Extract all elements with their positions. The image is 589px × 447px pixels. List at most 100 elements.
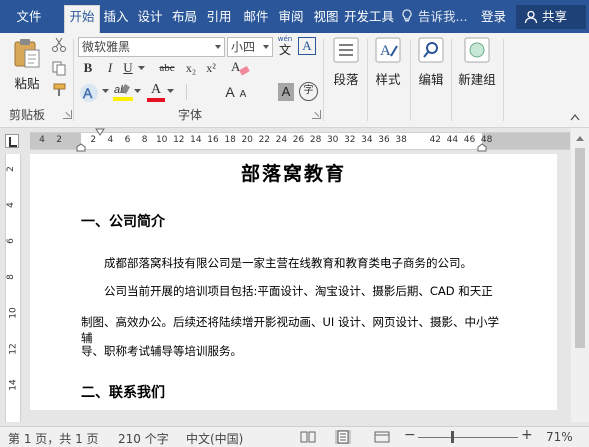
vertical-ruler-number: 14 <box>8 379 19 391</box>
paste-icon <box>14 39 40 68</box>
vertical-ruler-number: 6 <box>5 238 16 244</box>
clear-formatting-icon[interactable]: A <box>230 59 250 77</box>
ruler-number: 36 <box>378 135 390 145</box>
chevron-down-icon[interactable] <box>102 88 109 94</box>
grow-font-button[interactable]: A <box>223 82 237 102</box>
horizontal-ruler[interactable]: 4 2 2 4 6 8 10 12 14 16 18 20 22 24 26 28 30 32 34 36 38 42 44… <box>30 128 570 153</box>
highlighter-icon[interactable]: ab <box>113 81 133 103</box>
chevron-down-icon[interactable] <box>134 88 141 94</box>
phonetic-pinyin: wén <box>277 35 293 43</box>
print-layout-icon <box>337 430 349 444</box>
vertical-ruler[interactable]: 2 4 6 8 10 12 14 <box>5 154 21 422</box>
font-size-select[interactable]: 小四 <box>227 37 273 57</box>
status-bar: 第 1 页，共 1 页 210 个字 中文(中国) − + 71% <box>0 426 589 447</box>
zoom-level[interactable]: 71% <box>546 430 573 444</box>
page-count[interactable]: 第 1 页，共 1 页 <box>8 430 99 447</box>
paragraph-projects-line1: 公司当前开展的培训项目包括:平面设计、淘宝设计、摄影后期、CAD 和天正 <box>104 284 493 298</box>
document-title: 部落窝教育 <box>240 163 346 185</box>
group-divider <box>323 39 324 121</box>
svg-text:A: A <box>231 59 241 74</box>
hanging-indent-marker[interactable] <box>76 143 86 153</box>
print-layout-button[interactable] <box>335 430 351 444</box>
paragraph-intro: 成都部落窝科技有限公司是一家主营在线教育和教育类电子商务的公司。 <box>104 256 472 270</box>
font-launcher-icon[interactable] <box>312 110 321 119</box>
vertical-scrollbar[interactable] <box>571 128 589 422</box>
cut-icon[interactable] <box>51 37 67 53</box>
tab-insert[interactable]: 插入 <box>101 6 131 33</box>
subscript-button[interactable]: x₂ <box>183 58 199 78</box>
font-name-select[interactable]: 微软雅黑 <box>78 37 225 57</box>
chevron-down-icon[interactable] <box>138 65 145 71</box>
text-effects-icon[interactable]: A <box>79 82 101 104</box>
paste-button[interactable]: 粘贴 <box>9 36 45 92</box>
ribbon: 粘贴 剪贴板 微软雅黑 小四 wén 文 A B I U abc x₂ x² A… <box>0 33 589 128</box>
format-painter-icon[interactable] <box>51 82 67 98</box>
phonetic-guide-button[interactable]: wén 文 <box>276 35 294 59</box>
search-icon <box>418 37 444 63</box>
font-name-value: 微软雅黑 <box>82 40 131 54</box>
tab-layout[interactable]: 布局 <box>169 6 200 33</box>
underline-button[interactable]: U <box>120 58 136 78</box>
ruler-number: 26 <box>292 135 305 145</box>
zoom-in-button[interactable]: + <box>521 427 533 443</box>
character-border-button[interactable]: A <box>298 37 316 55</box>
character-shading-button[interactable]: A <box>278 83 294 101</box>
tab-references[interactable]: 引用 <box>203 6 235 33</box>
share-button[interactable]: 共享 <box>516 5 586 29</box>
scroll-up-icon[interactable] <box>576 136 584 141</box>
vertical-ruler-number: 12 <box>8 343 19 355</box>
paste-label: 粘贴 <box>14 76 40 91</box>
editing-button[interactable]: 编辑 <box>415 36 447 88</box>
tab-selector[interactable] <box>5 134 19 148</box>
paragraph-button[interactable]: 段落 <box>330 36 362 88</box>
chevron-down-icon[interactable] <box>167 88 174 94</box>
bold-button[interactable]: B <box>80 58 96 78</box>
styles-icon: A <box>375 37 401 63</box>
tab-developer[interactable]: 开发工具 <box>344 6 394 33</box>
ruler-number: 42 <box>429 135 442 145</box>
ruler-number: 14 <box>190 135 202 145</box>
italic-button[interactable]: I <box>102 58 118 78</box>
word-count[interactable]: 210 个字 <box>118 430 169 447</box>
font-color-letter: A <box>150 82 162 97</box>
document-page[interactable]: 部落窝教育 一、公司简介 成都部落窝科技有限公司是一家主营在线教育和教育类电子商… <box>30 154 557 410</box>
phonetic-char: 文 <box>278 43 291 57</box>
ruler-number: 10 <box>155 135 168 145</box>
ribbon-tab-bar: 文件 开始 插入 设计 布局 引用 邮件 审阅 视图 开发工具 告诉我... 登… <box>0 0 589 33</box>
tab-review[interactable]: 审阅 <box>275 6 307 33</box>
editing-label: 编辑 <box>418 72 444 87</box>
new-group-button[interactable]: 新建组 <box>456 36 498 88</box>
collapse-ribbon-icon[interactable] <box>570 113 580 121</box>
font-color-button[interactable]: A <box>147 81 165 103</box>
enclose-character-button[interactable]: 字 <box>299 82 318 101</box>
tab-design[interactable]: 设计 <box>134 6 166 33</box>
strikethrough-button[interactable]: abc <box>156 58 178 78</box>
vertical-ruler-number: 2 <box>5 166 16 172</box>
read-mode-icon[interactable] <box>300 430 316 444</box>
copy-icon[interactable] <box>51 60 67 76</box>
tell-me-box[interactable]: 告诉我... <box>401 6 467 28</box>
login-link[interactable]: 登录 <box>481 6 506 28</box>
shrink-font-button[interactable]: A <box>238 85 248 105</box>
zoom-slider[interactable] <box>418 437 518 438</box>
tab-file[interactable]: 文件 <box>8 6 50 33</box>
styles-button[interactable]: A 样式 <box>372 36 404 88</box>
zoom-out-button[interactable]: − <box>404 427 416 443</box>
tab-view[interactable]: 视图 <box>310 6 342 33</box>
superscript-button[interactable]: x² <box>203 58 219 78</box>
first-line-indent-marker[interactable] <box>95 128 105 136</box>
ruler-number: 30 <box>326 135 339 145</box>
web-layout-icon[interactable] <box>374 430 390 444</box>
clipboard-launcher-icon[interactable] <box>63 110 72 119</box>
language-indicator[interactable]: 中文(中国) <box>186 430 243 447</box>
zoom-slider-thumb[interactable] <box>450 431 454 443</box>
scrollbar-thumb[interactable] <box>575 148 585 348</box>
group-divider <box>451 39 452 121</box>
ruler-number: 24 <box>275 135 288 145</box>
tab-home[interactable]: 开始 <box>64 5 100 33</box>
tab-mailings[interactable]: 邮件 <box>240 6 272 33</box>
ruler-number: 4 <box>107 135 114 145</box>
svg-text:A: A <box>380 43 391 59</box>
vertical-ruler-number: 4 <box>5 202 16 208</box>
ruler-number: 8 <box>141 135 148 145</box>
